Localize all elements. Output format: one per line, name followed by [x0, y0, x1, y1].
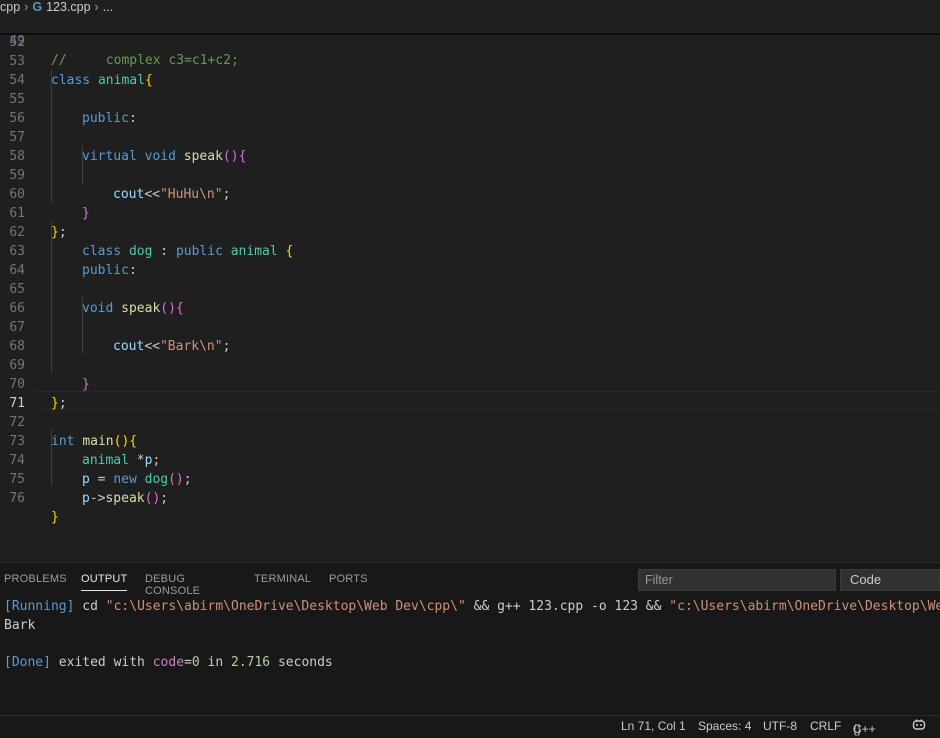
- cpp-file-icon: G: [32, 0, 43, 14]
- line-number: 56: [9, 111, 25, 126]
- line-number: 60: [9, 187, 25, 202]
- line-number: 53: [9, 54, 25, 69]
- line-number: 75: [9, 472, 25, 487]
- line-number: 73: [9, 434, 25, 449]
- line-number: 72: [9, 415, 25, 430]
- line-number: 55: [9, 92, 25, 107]
- code-line[interactable]: }: [51, 508, 59, 527]
- tab-debug-console[interactable]: DEBUG CONSOLE: [145, 573, 200, 597]
- status-eol[interactable]: CRLF: [810, 719, 841, 733]
- breadcrumb-folder[interactable]: cpp: [0, 0, 20, 14]
- output-line-program: Bark: [4, 618, 36, 633]
- line-number: 67: [9, 320, 25, 335]
- code-editor[interactable]: 49 // complex c3=c1+c2; 52 53 class anim…: [0, 0, 940, 525]
- line-number: 62: [9, 225, 25, 240]
- breadcrumb-file[interactable]: 123.cpp: [46, 0, 90, 14]
- output-line-running: [Running] cd "c:\Users\abirm\OneDrive\De…: [4, 599, 940, 614]
- line-number: 64: [9, 263, 25, 278]
- line-number: 74: [9, 453, 25, 468]
- tab-terminal[interactable]: TERMINAL: [254, 573, 311, 585]
- status-bar: Ln 71, Col 1 Spaces: 4 UTF-8 CRLF {} C++: [0, 715, 940, 738]
- status-indentation[interactable]: Spaces: 4: [698, 719, 751, 733]
- chevron-right-icon: ›: [24, 0, 29, 14]
- line-number: 59: [9, 168, 25, 183]
- line-number: 65: [9, 282, 25, 297]
- line-number-active: 71: [9, 396, 25, 411]
- tab-output[interactable]: OUTPUT: [81, 573, 128, 591]
- breadcrumb: cpp › G 123.cpp ›...: [0, 0, 940, 16]
- line-number: 66: [9, 301, 25, 316]
- line-number: 57: [9, 130, 25, 145]
- line-number: 63: [9, 244, 25, 259]
- status-encoding[interactable]: UTF-8: [763, 719, 797, 733]
- chevron-right-icon: ›: [94, 0, 99, 14]
- filter-input[interactable]: Filter: [638, 569, 836, 591]
- output-channel-select[interactable]: Code: [840, 569, 940, 591]
- line-number: 52: [9, 35, 25, 50]
- bottom-panel: PROBLEMS OUTPUT DEBUG CONSOLE TERMINAL P…: [0, 562, 940, 716]
- output-line-done: [Done] exited with code=0 in 2.716 secon…: [4, 655, 333, 670]
- breadcrumb-more[interactable]: ...: [103, 0, 113, 14]
- line-number: 54: [9, 73, 25, 88]
- tab-ports[interactable]: PORTS: [329, 573, 368, 585]
- line-number: 61: [9, 206, 25, 221]
- status-cursor-position[interactable]: Ln 71, Col 1: [621, 719, 686, 733]
- copilot-icon[interactable]: [912, 718, 926, 735]
- line-number: 68: [9, 339, 25, 354]
- line-number: 58: [9, 149, 25, 164]
- tab-problems[interactable]: PROBLEMS: [4, 573, 67, 585]
- line-number: 70: [9, 377, 25, 392]
- line-number: 69: [9, 358, 25, 373]
- line-number: 76: [9, 491, 25, 506]
